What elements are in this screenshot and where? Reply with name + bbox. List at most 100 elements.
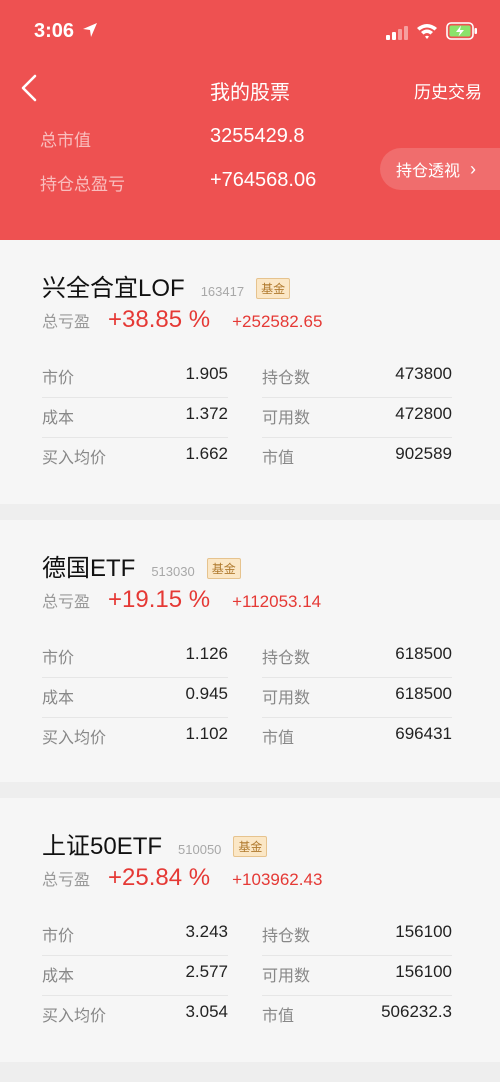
stock-detail-grid: 市价 1.126 持仓数 618500 成本 0.945 可用数 618500 … [42,638,452,758]
market-value-label: 市值 [262,1008,295,1025]
stock-card[interactable]: 兴全合宜LOF 163417 基金 总亏盈 +38.85 % +252582.6… [0,240,500,504]
cellular-signal-icon [386,26,408,40]
fund-badge: 基金 [233,836,268,857]
stock-pl-line: 总亏盈 +19.15 % +112053.14 [42,586,321,614]
detail-cell: 市值 902589 [262,438,452,478]
market-value-value: 902589 [395,444,452,463]
detail-row: 市价 1.905 持仓数 473800 [42,358,452,398]
stock-detail-grid: 市价 1.905 持仓数 473800 成本 1.372 可用数 472800 … [42,358,452,478]
stock-header: 兴全合宜LOF 163417 基金 [42,268,291,303]
market-value-label: 市值 [262,450,295,467]
holding-qty-label: 持仓数 [262,370,311,387]
detail-cell: 持仓数 618500 [262,638,452,678]
cost-value: 2.577 [185,962,228,981]
holding-qty-value: 473800 [395,364,452,383]
detail-row: 市价 1.126 持仓数 618500 [42,638,452,678]
price-value: 1.905 [185,364,228,383]
total-market-value: 3255429.8 [210,125,305,147]
stock-header: 德国ETF 513030 基金 [42,548,241,583]
fund-badge: 基金 [206,558,241,579]
total-pl-value: +764568.06 [210,169,317,191]
detail-cell: 市值 696431 [262,718,452,758]
available-qty-value: 618500 [395,684,452,703]
detail-cell: 持仓数 473800 [262,358,452,398]
avg-buy-price-label: 买入均价 [42,450,107,467]
detail-row: 成本 1.372 可用数 472800 [42,398,452,438]
holding-qty-label: 持仓数 [262,650,311,667]
cost-label: 成本 [42,690,75,707]
stock-card[interactable]: 上证50ETF 510050 基金 总亏盈 +25.84 % +103962.4… [0,798,500,1062]
detail-cell: 成本 1.372 [42,398,228,438]
stock-pl-label: 总亏盈 [42,594,91,611]
stock-detail-grid: 市价 3.243 持仓数 156100 成本 2.577 可用数 156100 … [42,916,452,1036]
avg-buy-price-value: 3.054 [185,1002,228,1021]
battery-charging-icon [446,22,477,40]
total-market-value-label: 总市值 [40,131,91,150]
price-value: 3.243 [185,922,228,941]
stock-pl-percent: +19.15 % [108,586,211,613]
cost-label: 成本 [42,968,75,985]
detail-cell: 市值 506232.3 [262,996,452,1036]
detail-cell: 买入均价 3.054 [42,996,228,1036]
avg-buy-price-value: 1.662 [185,444,228,463]
available-qty-label: 可用数 [262,410,311,427]
avg-buy-price-label: 买入均价 [42,730,107,747]
cost-value: 1.372 [185,404,228,423]
stock-card[interactable]: 德国ETF 513030 基金 总亏盈 +19.15 % +112053.14 … [0,520,500,782]
holding-qty-label: 持仓数 [262,928,311,945]
stock-pl-percent: +25.84 % [108,864,211,891]
available-qty-value: 472800 [395,404,452,423]
cost-value: 0.945 [185,684,228,703]
avg-buy-price-label: 买入均价 [42,1008,107,1025]
status-bar: 3:06 [0,0,500,62]
market-value-value: 506232.3 [381,1002,452,1021]
stock-header: 上证50ETF 510050 基金 [42,826,268,861]
stock-pl-amount: +112053.14 [232,592,322,611]
detail-cell: 可用数 156100 [262,956,452,996]
stock-name: 兴全合宜LOF [42,275,185,302]
stock-pl-line: 总亏盈 +25.84 % +103962.43 [42,864,322,892]
available-qty-value: 156100 [395,962,452,981]
detail-row: 买入均价 1.102 市值 696431 [42,718,452,758]
detail-cell: 买入均价 1.102 [42,718,228,758]
position-analysis-label: 持仓透视 [396,163,461,180]
stock-pl-amount: +103962.43 [232,870,323,889]
nav-bar: 我的股票 历史交易 [0,62,500,116]
detail-cell: 持仓数 156100 [262,916,452,956]
stock-pl-amount: +252582.65 [232,312,323,331]
detail-cell: 可用数 472800 [262,398,452,438]
detail-row: 成本 0.945 可用数 618500 [42,678,452,718]
history-trades-button[interactable]: 历史交易 [414,78,482,103]
status-time: 3:06 [34,20,75,42]
location-arrow-icon [83,23,97,37]
price-label: 市价 [42,928,75,945]
detail-cell: 可用数 618500 [262,678,452,718]
wifi-icon [417,24,437,39]
detail-row: 成本 2.577 可用数 156100 [42,956,452,996]
stock-name: 上证50ETF [42,833,163,860]
price-label: 市价 [42,650,75,667]
market-value-label: 市值 [262,730,295,747]
holding-qty-value: 618500 [395,644,452,663]
available-qty-label: 可用数 [262,968,311,985]
detail-cell: 成本 2.577 [42,956,228,996]
detail-cell: 市价 1.905 [42,358,228,398]
stock-code: 510050 [178,842,222,857]
avg-buy-price-value: 1.102 [185,724,228,743]
market-value-value: 696431 [395,724,452,743]
detail-cell: 成本 0.945 [42,678,228,718]
detail-row: 买入均价 1.662 市值 902589 [42,438,452,478]
detail-cell: 买入均价 1.662 [42,438,228,478]
chevron-right-icon: › [470,158,477,179]
position-analysis-button[interactable]: 持仓透视 › [380,148,500,190]
price-label: 市价 [42,370,75,387]
stock-pl-percent: +38.85 % [108,306,211,333]
portfolio-header: 3:06 我的股票 历史交易 总市值 3255429.8 持仓总盈亏 +7645… [0,0,500,240]
stock-pl-label: 总亏盈 [42,872,91,889]
detail-cell: 市价 1.126 [42,638,228,678]
stock-pl-label: 总亏盈 [42,314,91,331]
holding-qty-value: 156100 [395,922,452,941]
detail-row: 买入均价 3.054 市值 506232.3 [42,996,452,1036]
available-qty-label: 可用数 [262,690,311,707]
stock-name: 德国ETF [42,555,136,582]
